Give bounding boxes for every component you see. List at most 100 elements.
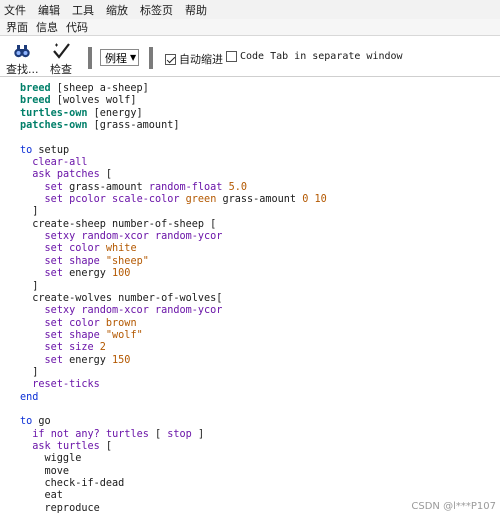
separate-window-checkbox[interactable]: Code Tab in separate window — [226, 51, 403, 62]
auto-indent-checkbox[interactable]: 自动缩进 — [165, 51, 223, 67]
code-line: move — [20, 466, 327, 478]
checkbox-checked-icon — [165, 53, 176, 65]
code-token: energy — [62, 354, 113, 366]
code-token: 2 — [99, 342, 106, 354]
code-toolbar: 查找... 检查 例程 ▼ 自动缩进 Code Tab in separate … — [0, 37, 500, 77]
code-token: turtles-own — [20, 107, 88, 119]
code-token: set — [44, 317, 63, 329]
binoculars-icon — [14, 45, 30, 58]
code-text: breed [sheep a-sheep] breed [wolves wolf]… — [20, 83, 327, 515]
code-token: 100 — [112, 268, 131, 280]
code-token: to — [20, 144, 33, 156]
code-token: reset-ticks — [32, 379, 100, 391]
menu-tools[interactable]: 工具 — [72, 2, 100, 18]
code-line: wiggle — [20, 453, 327, 465]
toolbar-separator — [149, 47, 153, 69]
tab-interface[interactable]: 界面 — [6, 19, 28, 35]
menu-edit[interactable]: 编辑 — [38, 2, 66, 18]
code-line: reset-ticks — [20, 379, 327, 391]
code-token: set — [44, 255, 63, 267]
code-token: green — [185, 194, 217, 206]
code-token: grass-amount — [216, 194, 303, 206]
code-token: [ — [99, 440, 113, 452]
code-line: eat — [20, 490, 327, 502]
code-token: set — [44, 181, 63, 193]
code-token: grass-amount — [62, 181, 149, 193]
code-line: set color brown — [20, 318, 327, 330]
code-line: check-if-dead — [20, 478, 327, 490]
code-token: color — [69, 243, 100, 255]
separate-window-label: Code Tab in separate window — [240, 51, 403, 62]
code-token: random-ycor — [154, 305, 223, 317]
menu-bar: 文件 编辑 工具 缩放 标签页 帮助 — [0, 0, 500, 19]
code-line: breed [wolves wolf] — [20, 95, 327, 107]
code-token: 150 — [112, 354, 131, 366]
code-token: random-xcor — [81, 231, 149, 243]
tab-code[interactable]: 代码 — [66, 19, 88, 35]
code-token: setxy — [44, 305, 76, 317]
menu-zoom[interactable]: 缩放 — [106, 2, 134, 18]
procedures-dropdown[interactable]: 例程 ▼ — [100, 49, 140, 66]
code-token: ] — [20, 366, 39, 378]
menu-tabs[interactable]: 标签页 — [140, 2, 179, 18]
code-token: 5.0 — [228, 181, 247, 193]
code-token: "sheep" — [105, 255, 149, 267]
find-button[interactable]: 查找... — [6, 42, 39, 77]
code-line: set energy 100 — [20, 268, 327, 280]
code-token: [energy] — [87, 107, 143, 119]
code-token: turtles — [56, 440, 100, 452]
code-token: create-sheep number-of-sheep [ — [20, 218, 217, 230]
code-token: set — [44, 342, 63, 354]
code-token: set — [44, 354, 63, 366]
code-token: set — [44, 243, 63, 255]
code-token: to — [20, 416, 33, 428]
tab-info[interactable]: 信息 — [36, 19, 58, 35]
code-token: not — [50, 428, 70, 440]
code-token: setup — [32, 144, 70, 156]
code-line: create-wolves number-of-wolves[ — [20, 293, 327, 305]
code-token: size — [69, 342, 94, 354]
menu-help[interactable]: 帮助 — [185, 2, 213, 18]
code-line: end — [20, 392, 327, 404]
auto-indent-label: 自动缩进 — [179, 53, 223, 66]
code-token: random-xcor — [81, 305, 149, 317]
code-token: color — [69, 317, 100, 329]
code-token: create-wolves number-of-wolves[ — [20, 292, 223, 304]
code-token: random-ycor — [154, 231, 223, 243]
code-line: clear-all — [20, 157, 327, 169]
code-token: pcolor — [69, 194, 106, 206]
check-button[interactable]: 检查 — [50, 42, 72, 77]
code-editor[interactable]: breed [sheep a-sheep] breed [wolves wolf]… — [0, 78, 500, 515]
code-token: ] — [20, 206, 39, 218]
code-token: [ — [99, 169, 113, 181]
code-token: ] — [191, 428, 205, 440]
code-token: check-if-dead — [20, 478, 125, 489]
code-token: scale-color — [112, 194, 180, 206]
watermark: CSDN @l***P107 — [411, 501, 496, 512]
code-line: ask turtles [ — [20, 441, 327, 453]
code-token: ask — [32, 169, 51, 181]
code-line: to setup — [20, 145, 327, 157]
code-token: 10 — [314, 194, 327, 206]
code-line: patches-own [grass-amount] — [20, 120, 327, 132]
code-line: set energy 150 — [20, 355, 327, 367]
code-token: turtles — [105, 428, 149, 440]
code-token: shape — [69, 255, 100, 267]
code-line: set shape "sheep" — [20, 256, 327, 268]
code-line: breed [sheep a-sheep] — [20, 83, 327, 95]
menu-file[interactable]: 文件 — [4, 2, 32, 18]
code-line: set shape "wolf" — [20, 330, 327, 342]
code-line: if not any? turtles [ stop ] — [20, 429, 327, 441]
code-line: set color white — [20, 243, 327, 255]
